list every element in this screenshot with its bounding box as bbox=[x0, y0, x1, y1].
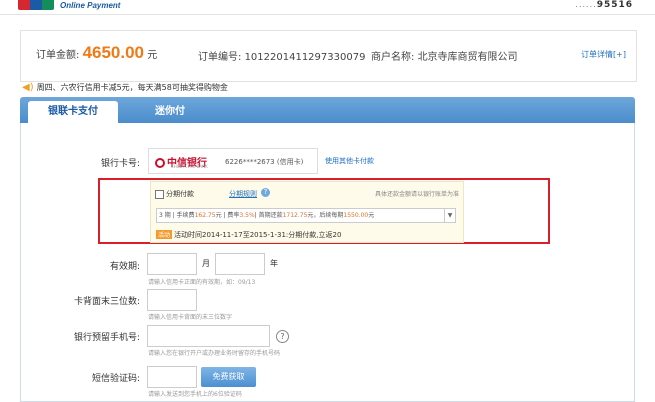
installment-note: 具体还款金额请以银行账单为准 bbox=[374, 191, 459, 198]
cvv-hint: 请输入信用卡背面的末三位数字 bbox=[148, 314, 233, 321]
expiry-hint: 请输入信用卡正面的有效期，如：09/13 bbox=[148, 279, 256, 286]
cvv-label: 卡背面末三位数: bbox=[73, 297, 140, 307]
amount-label: 订单金额: bbox=[36, 50, 80, 61]
order-detail-link[interactable]: 订单详情[+] bbox=[581, 49, 626, 60]
installment-checkbox[interactable] bbox=[155, 190, 164, 199]
order-no-row: 订单编号: 1012201411297330079 bbox=[198, 52, 366, 63]
bank-name-en: CHINA CITIC BANK bbox=[171, 164, 208, 169]
month-label: 月 bbox=[202, 259, 210, 268]
unionpay-logo bbox=[18, 0, 54, 10]
get-sms-code-button[interactable]: 免费获取 bbox=[201, 367, 256, 387]
expiry-month-input[interactable] bbox=[147, 253, 197, 275]
expiry-year-input[interactable] bbox=[215, 253, 265, 275]
card-number: 6226****2673 (信用卡) bbox=[225, 158, 304, 166]
installment-title: 分期付款 bbox=[166, 190, 194, 198]
speaker-icon: ◀) bbox=[22, 82, 34, 93]
use-other-card-link[interactable]: 使用其他卡付款 bbox=[325, 156, 374, 166]
phone-label: 银行预留手机号: bbox=[73, 333, 140, 343]
year-label: 年 bbox=[270, 259, 278, 268]
logo-text: Online Payment bbox=[60, 1, 121, 10]
cvv-input[interactable] bbox=[147, 289, 197, 311]
installment-box: 分期付款 分期规则 ? 具体还款金额请以银行账单为准 3 期 | 手续费162.… bbox=[150, 181, 464, 243]
installment-rule-link[interactable]: 分期规则 bbox=[229, 189, 257, 199]
top-bar: Online Payment ......95516 bbox=[0, 0, 655, 15]
tab-mini-pay[interactable]: 迷你付 bbox=[140, 101, 200, 123]
sms-hint: 请输入发送到您手机上的6位验证码 bbox=[148, 391, 242, 398]
promo-notice: ◀) 周四、六农行信用卡减5元，每天满58可抽奖得购物金 bbox=[22, 82, 228, 93]
merchant-name: 北京寺库商贸有限公司 bbox=[417, 52, 518, 63]
bank-seal-icon bbox=[155, 158, 165, 168]
installment-plan-select[interactable]: 3 期 | 手续费162.75元 | 费率3.5%| 首期还款1712.75元，… bbox=[156, 208, 456, 223]
expiry-label: 有效期: bbox=[109, 262, 140, 272]
tab-unionpay-card[interactable]: 银联卡支付 bbox=[28, 101, 118, 123]
amount-row: 订单金额: 4650.00 元 bbox=[36, 43, 157, 63]
help-icon[interactable]: ? bbox=[261, 188, 270, 197]
order-summary: 订单金额: 4650.00 元 订单编号: 101220141129733007… bbox=[20, 30, 637, 82]
promo-tag: 活动 bbox=[156, 230, 173, 239]
order-number: 1012201411297330079 bbox=[244, 52, 366, 63]
chevron-down-icon[interactable]: ▼ bbox=[444, 209, 455, 222]
sms-label: 短信验证码: bbox=[91, 374, 140, 384]
installment-promo: 活动 活动时间2014-11-17至2015-1-31:分期付款,立返20 bbox=[156, 230, 342, 239]
card-label: 银行卡号: bbox=[100, 159, 140, 169]
phone-hint: 请输入您在银行开户或办理业务时留存的手机号码 bbox=[148, 350, 281, 357]
sms-code-input[interactable] bbox=[147, 366, 197, 388]
phone-input[interactable] bbox=[147, 325, 270, 347]
question-icon[interactable]: ? bbox=[276, 330, 289, 343]
hotline: ......95516 bbox=[575, 0, 633, 10]
merchant-row: 商户名称: 北京寺库商贸有限公司 bbox=[371, 52, 518, 63]
amount-value: 4650.00 bbox=[82, 43, 145, 62]
amount-unit: 元 bbox=[147, 50, 158, 61]
bank-card-display: 中信银行 CHINA CITIC BANK 6226****2673 (信用卡) bbox=[148, 148, 318, 174]
